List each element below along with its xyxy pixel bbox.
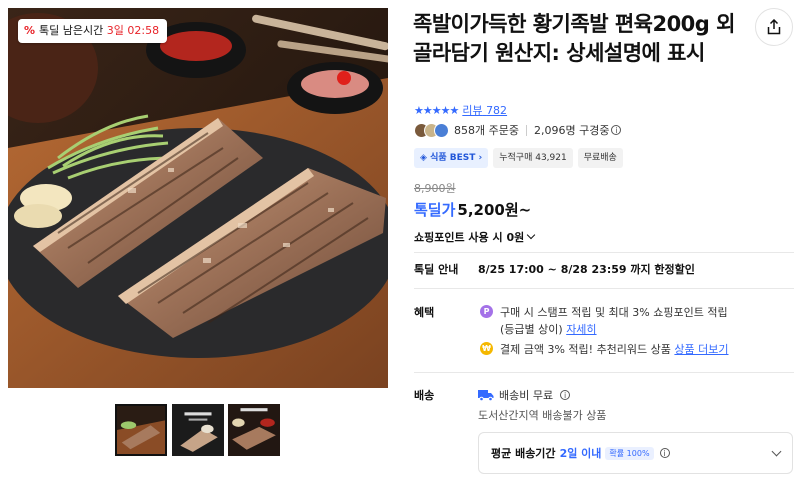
benefit-text-sub: (등급별 상이) xyxy=(500,323,563,336)
shipping-fee: 배송비 무료 xyxy=(499,389,554,402)
timer-label: 톡딜 남은시간 xyxy=(39,24,104,37)
benefit-text: 결제 금액 3% 적립! 추천리워드 상품 xyxy=(500,343,671,356)
point-coin-icon: P xyxy=(480,305,493,318)
point-usage-label: 쇼핑포인트 사용 시 xyxy=(414,231,503,244)
share-button[interactable] xyxy=(755,8,793,46)
timer-days: 3일 xyxy=(106,24,124,37)
benefits-label: 혜택 xyxy=(414,306,435,319)
divider xyxy=(414,288,794,289)
thumbnail-2[interactable] xyxy=(172,404,224,456)
timer-time: 02:58 xyxy=(127,24,160,37)
review-link[interactable]: 리뷰 782 xyxy=(462,102,507,118)
deal-price: 5,200원~ xyxy=(457,201,532,219)
shipping-label: 배송 xyxy=(414,389,435,402)
cumulative-purchase-badge: 누적구매 43,921 xyxy=(493,148,573,168)
buyer-avatars xyxy=(414,122,449,138)
deal-info-row: 톡딜 안내 8/25 17:00 ~ 8/28 23:59 까지 한정할인 xyxy=(414,261,695,277)
info-icon[interactable]: i xyxy=(659,448,670,458)
divider xyxy=(414,372,794,373)
product-main-image xyxy=(8,8,388,388)
order-count: 858개 주문중 xyxy=(454,124,519,137)
shipping-fee-row: 배송비 무료 i xyxy=(478,387,571,403)
won-coin-icon: ₩ xyxy=(480,342,493,355)
review-label: 리뷰 xyxy=(462,104,483,117)
divider xyxy=(525,124,527,136)
benefit-item-stamp: P 구매 시 스탬프 적립 및 최대 3% 쇼핑포인트 적립 (등급별 상이) … xyxy=(480,304,780,338)
info-icon[interactable]: i xyxy=(560,390,571,400)
eta-label: 평균 배송기간 xyxy=(491,447,556,460)
avatar xyxy=(434,122,449,138)
more-products-link[interactable]: 상품 더보기 xyxy=(674,343,728,356)
deal-price-row: 톡딜가 5,200원~ xyxy=(414,199,531,220)
info-icon[interactable]: i xyxy=(611,125,622,135)
benefit-detail-link[interactable]: 자세히 xyxy=(566,323,596,336)
share-icon xyxy=(767,19,781,35)
best-shield-icon: ◈ xyxy=(420,153,427,163)
category-best-badge[interactable]: ◈ 식품 BEST › xyxy=(414,148,489,168)
deal-info-period: 8/25 17:00 ~ 8/28 23:59 까지 한정할인 xyxy=(478,263,695,276)
free-shipping-badge: 무료배송 xyxy=(577,148,623,168)
order-status-row: 858개 주문중 2,096명 구경중 i xyxy=(414,122,622,138)
star-rating: ★★★★★ xyxy=(414,103,459,117)
eta-value: 2일 이내 xyxy=(559,447,602,460)
percent-icon: % xyxy=(24,24,36,37)
chevron-down-icon xyxy=(771,446,782,456)
deal-info-label: 톡딜 안내 xyxy=(414,263,459,276)
point-usage-toggle[interactable]: 쇼핑포인트 사용 시 0원 xyxy=(414,229,536,245)
viewer-count: 2,096명 구경중 xyxy=(533,124,610,137)
rating-row[interactable]: ★★★★★ 리뷰 782 xyxy=(414,102,507,118)
deal-price-label: 톡딜가 xyxy=(414,201,456,219)
thumbnail-1[interactable] xyxy=(115,404,167,456)
divider xyxy=(414,252,794,253)
original-price: 8,900원 xyxy=(414,182,456,195)
point-usage-value: 0원 xyxy=(506,231,525,244)
review-count: 782 xyxy=(486,104,508,117)
benefit-item-reward: ₩ 결제 금액 3% 적립! 추천리워드 상품 상품 더보기 xyxy=(480,341,729,358)
deal-timer-badge: % 톡딜 남은시간 3일 02:58 xyxy=(18,19,168,43)
eta-probability-badge: 확률 100% xyxy=(605,446,654,460)
category-best-label: 식품 BEST xyxy=(430,153,476,163)
chevron-down-icon xyxy=(527,230,536,240)
truck-icon xyxy=(478,390,494,401)
delivery-eta-dropdown[interactable]: 평균 배송기간 2일 이내 확률 100% i xyxy=(478,432,793,474)
shipping-note: 도서산간지역 배송불가 상품 xyxy=(478,409,607,422)
product-title: 족발이가득한 황기족발 편육200g 외 골라담기 원산지: 상세설명에 표시 xyxy=(413,12,735,65)
benefit-text: 구매 시 스탬프 적립 및 최대 3% 쇼핑포인트 적립 xyxy=(500,306,728,319)
thumbnail-3[interactable] xyxy=(228,404,280,456)
badge-row: ◈ 식품 BEST › 누적구매 43,921 무료배송 xyxy=(414,148,623,168)
